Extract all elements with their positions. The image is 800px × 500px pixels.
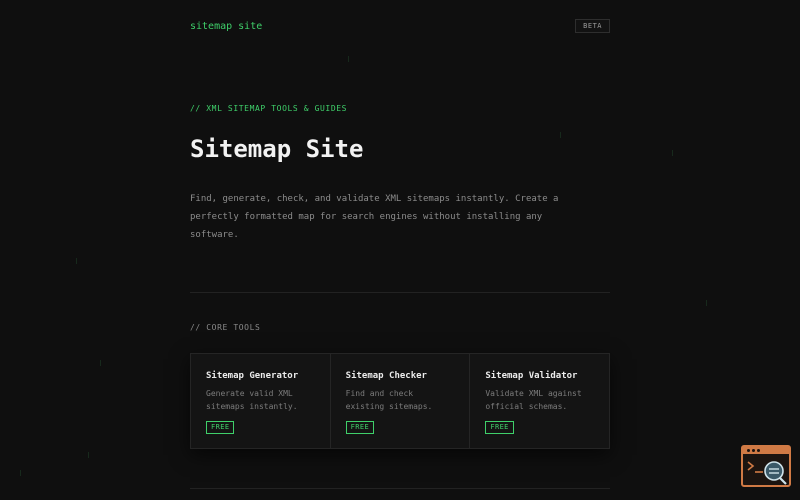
hero-eyebrow: // XML SITEMAP TOOLS & GUIDES [190,104,348,113]
divider [190,488,610,489]
divider [190,292,610,293]
card-title: Sitemap Generator [206,371,299,381]
free-badge: FREE [485,421,514,434]
tool-card-sitemap-checker[interactable]: Sitemap Checker Find and check existing … [331,354,471,448]
tool-cards: Sitemap Generator Generate valid XML sit… [190,353,610,449]
free-badge: FREE [206,421,235,434]
tool-card-sitemap-validator[interactable]: Sitemap Validator Validate XML against o… [470,354,609,448]
brand-link[interactable]: sitemap site [190,20,262,34]
free-badge: FREE [345,421,375,434]
top-bar: sitemap site BETA [190,19,610,34]
beta-badge: BETA [575,19,610,33]
card-description: Find and check existing sitemaps. [345,389,433,411]
card-title: Sitemap Checker [345,371,427,381]
terminal-search-icon[interactable] [741,445,791,487]
page-container: sitemap site BETA // XML SITEMAP TOOLS &… [190,0,610,500]
section-label-core-tools: // CORE TOOLS [190,323,261,332]
hero-description: Find, generate, check, and validate XML … [190,194,559,240]
card-description: Validate XML against official schemas. [485,389,582,411]
page-title: Sitemap Site [190,135,364,163]
card-title: Sitemap Validator [485,371,578,381]
card-description: Generate valid XML sitemaps instantly. [206,389,298,411]
tool-card-sitemap-generator[interactable]: Sitemap Generator Generate valid XML sit… [191,354,331,448]
